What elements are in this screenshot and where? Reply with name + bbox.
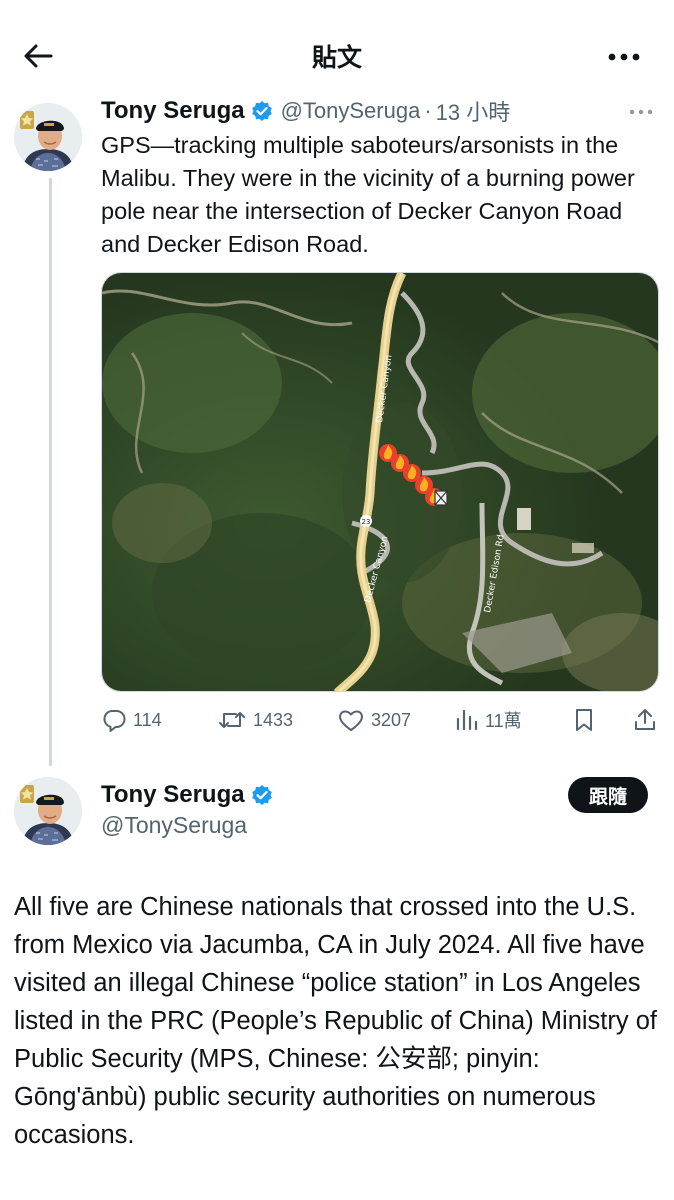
separator-dot: · [424,98,432,123]
thread-connector-line [49,178,52,766]
page-title: 貼文 [311,43,362,72]
handle[interactable]: @TonySeruga [281,98,421,124]
tweet-header: Tony Seruga @TonySeruga · 13 小時 [101,96,510,126]
tweet-more-icon[interactable] [624,100,658,124]
verified-badge-icon [251,100,273,122]
bookmark-button[interactable] [573,700,601,740]
reply-handle[interactable]: @TonySeruga [101,812,247,839]
like-button[interactable]: 3207 [337,700,411,740]
timestamp[interactable]: 13 小時 [436,95,511,127]
tweet-text: GPS—tracking multiple saboteurs/arsonist… [101,132,635,257]
more-options-icon[interactable] [604,42,644,72]
share-button[interactable] [633,700,663,740]
reply-header: Tony Seruga [101,778,273,812]
avatar[interactable] [14,103,82,171]
reply-display-name[interactable]: Tony Seruga [101,781,245,809]
tweet-actions: 114 1433 3207 11萬 [101,700,661,740]
like-count: 3207 [371,709,412,730]
reply-count: 114 [133,709,162,730]
top-bar: 貼文 [0,0,674,110]
reply-avatar[interactable] [14,777,82,845]
reply-button[interactable]: 114 [101,700,162,740]
repost-button[interactable]: 1433 [217,700,293,740]
views-count: 11萬 [485,711,522,731]
route-marker: 23 [362,518,371,526]
repost-count: 1433 [253,709,294,730]
views-button[interactable]: 11萬 [455,700,522,740]
verified-badge-icon [251,784,273,806]
display-name[interactable]: Tony Seruga [101,97,245,125]
reply-text: All five are Chinese nationals that cros… [14,893,657,1149]
follow-button[interactable]: 跟隨 [568,777,648,813]
satellite-map-image[interactable]: Decker Canyon Decker Canyon Decker Ediso… [101,272,659,692]
